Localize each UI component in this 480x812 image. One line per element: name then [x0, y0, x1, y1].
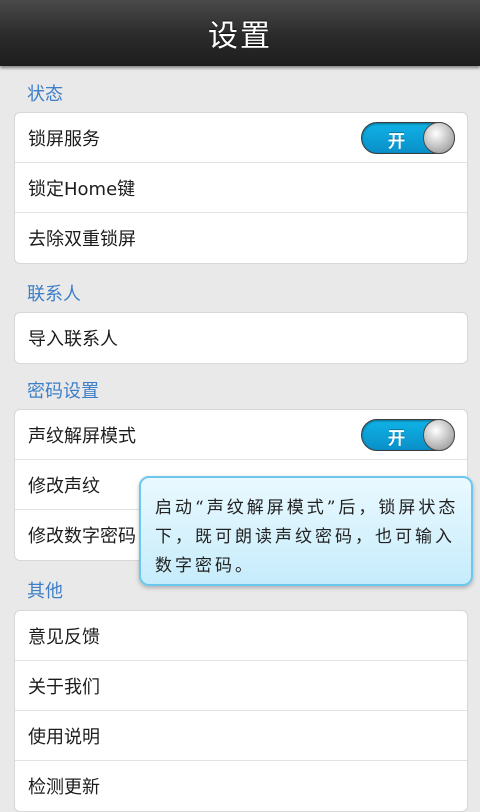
- settings-row-import-contacts[interactable]: 导入联系人: [15, 313, 467, 363]
- settings-row-instructions[interactable]: 使用说明: [15, 711, 467, 761]
- toggle-label: 开: [388, 429, 405, 449]
- row-label: 锁定Home键: [28, 178, 136, 200]
- row-label: 检测更新: [28, 777, 100, 798]
- section-title-contacts: 联系人: [27, 284, 81, 305]
- status-group: 锁屏服务 开 锁定Home键 去除双重锁屏: [14, 112, 468, 264]
- section-title-password: 密码设置: [27, 381, 99, 402]
- toggle-knob-icon: [423, 122, 455, 154]
- tooltip-text: 启动“声纹解屏模式”后，锁屏状态下，既可朗读声纹密码，也可输入数字密码。: [155, 498, 459, 576]
- row-label: 声纹解屏模式: [28, 425, 136, 447]
- row-label: 关于我们: [28, 676, 100, 698]
- row-label: 使用说明: [28, 726, 100, 748]
- contacts-group: 导入联系人: [14, 312, 468, 364]
- row-label: 导入联系人: [28, 329, 118, 350]
- section-title-other: 其他: [27, 581, 63, 602]
- page-title: 设置: [208, 19, 272, 54]
- section-title-status: 状态: [27, 84, 63, 105]
- row-label: 意见反馈: [28, 626, 100, 648]
- settings-row-about[interactable]: 关于我们: [15, 661, 467, 711]
- voiceprint-hint-tooltip: 启动“声纹解屏模式”后，锁屏状态下，既可朗读声纹密码，也可输入数字密码。: [139, 476, 473, 586]
- other-group: 意见反馈 关于我们 使用说明 检测更新: [14, 610, 468, 812]
- settings-row-check-update[interactable]: 检测更新: [15, 761, 467, 811]
- row-label: 锁屏服务: [28, 128, 100, 150]
- row-label: 去除双重锁屏: [28, 229, 136, 250]
- lock-service-toggle[interactable]: 开: [361, 122, 455, 154]
- title-bar: 设置: [0, 0, 480, 66]
- settings-row-lock-service[interactable]: 锁屏服务 开: [15, 113, 467, 163]
- settings-row-remove-double-lock[interactable]: 去除双重锁屏: [15, 213, 467, 263]
- settings-row-feedback[interactable]: 意见反馈: [15, 611, 467, 661]
- toggle-knob-icon: [423, 419, 455, 451]
- settings-row-voiceprint-mode[interactable]: 声纹解屏模式 开: [15, 410, 467, 460]
- settings-row-lock-home-key[interactable]: 锁定Home键: [15, 163, 467, 213]
- toggle-label: 开: [388, 132, 405, 152]
- voiceprint-mode-toggle[interactable]: 开: [361, 419, 455, 451]
- row-label: 修改数字密码: [28, 526, 136, 547]
- row-label: 修改声纹: [28, 475, 100, 497]
